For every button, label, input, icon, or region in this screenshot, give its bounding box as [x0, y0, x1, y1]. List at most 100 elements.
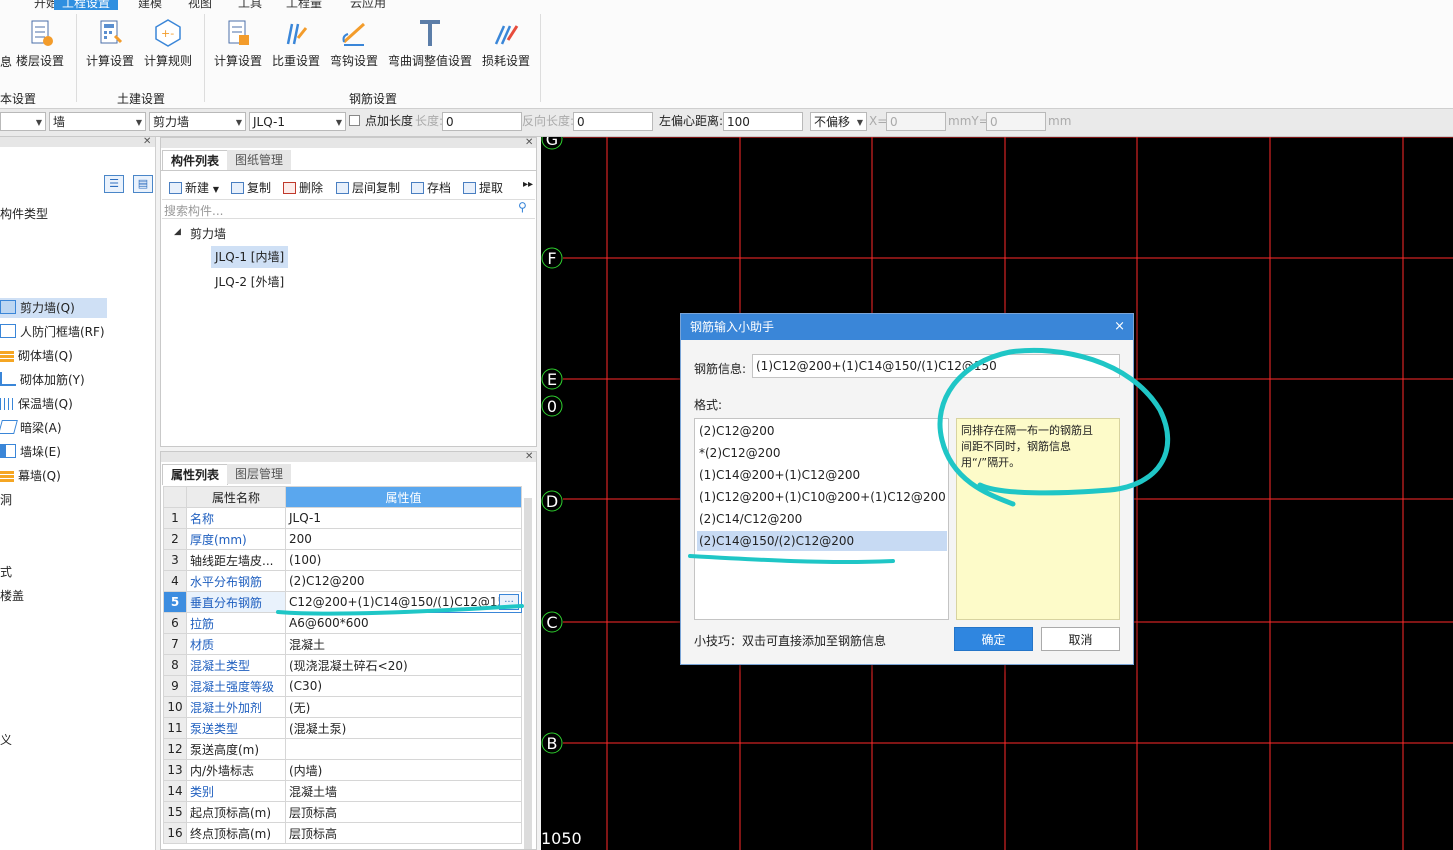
copy-button[interactable]: 复制: [231, 179, 271, 196]
cancel-button[interactable]: 取消: [1041, 627, 1120, 651]
floor-copy-button[interactable]: 层间复制: [336, 179, 400, 196]
vertical-rebar-input[interactable]: C12@200+(1)C14@150/(1)C12@150...: [285, 591, 522, 613]
table-row[interactable]: 2 厚度(mm) 200: [163, 528, 522, 550]
collapse-icon[interactable]: ◢: [174, 227, 181, 237]
nav-item-shear-wall[interactable]: 剪力墙(Q): [0, 298, 107, 318]
nav-item-custom[interactable]: 义: [0, 730, 12, 750]
component-select[interactable]: JLQ-1 ▼: [249, 112, 346, 131]
nav-item-floor-slab[interactable]: 楼盖: [0, 586, 24, 606]
tab-layer-management[interactable]: 图层管理: [227, 464, 292, 484]
nav-item-masonry-rebar[interactable]: 砌体加筋(Y): [0, 370, 85, 390]
rebar-info-label: 钢筋信息:: [694, 362, 747, 376]
tab-view[interactable]: 视图: [188, 0, 212, 10]
tab-modeling[interactable]: 建模: [138, 0, 162, 10]
length-input[interactable]: 0: [442, 112, 522, 131]
table-row-selected[interactable]: 5 垂直分布钢筋 C12@200+(1)C14@150/(1)C12@150...: [163, 591, 522, 613]
nav-item-style[interactable]: 式: [0, 562, 12, 582]
table-row[interactable]: 3 轴线距左墙皮... (100): [163, 549, 522, 571]
nav-item-hidden-beam[interactable]: 暗梁(A): [0, 418, 62, 438]
point-length-checkbox[interactable]: [349, 115, 360, 126]
nav-item-curtain-wall[interactable]: 幕墙(Q): [0, 466, 61, 486]
tab-quantities[interactable]: 工程量: [286, 0, 322, 10]
table-row[interactable]: 1 名称 JLQ-1: [163, 507, 522, 529]
tab-drawing-management[interactable]: 图纸管理: [227, 150, 292, 170]
table-row[interactable]: 14 类别 混凝土墙: [163, 780, 522, 802]
table-row[interactable]: 8 混凝土类型 (现浇混凝土碎石<20): [163, 654, 522, 676]
tab-component-list[interactable]: 构件列表: [162, 150, 229, 171]
nav-item-masonry-wall[interactable]: 砌体墙(Q): [0, 346, 73, 366]
tree-item-jlq2[interactable]: JLQ-2 [外墙]: [215, 273, 284, 290]
bend-adjust-button[interactable]: 弯曲调整值设置: [386, 18, 474, 69]
hook-settings-button[interactable]: 弯钩设置: [324, 18, 384, 69]
loss-settings-button[interactable]: 损耗设置: [476, 18, 536, 69]
type-select[interactable]: 墙 ▼: [49, 112, 146, 131]
table-row[interactable]: 12 泵送高度(m): [163, 738, 522, 760]
reverse-length-input[interactable]: 0: [573, 112, 653, 131]
rebar-info-input[interactable]: (1)C12@200+(1)C14@150/(1)C12@150: [752, 354, 1120, 378]
tab-project-settings[interactable]: 工程设置: [54, 0, 119, 10]
axis-label[interactable]: C: [541, 611, 563, 633]
table-row[interactable]: 9 混凝土强度等级 (C30): [163, 675, 522, 697]
new-button[interactable]: 新建 ▼: [169, 179, 219, 196]
table-row[interactable]: 11 泵送类型 (混凝土泵): [163, 717, 522, 739]
close-icon[interactable]: ✕: [525, 452, 533, 462]
list-item[interactable]: (1)C12@200+(1)C10@200+(1)C12@200: [697, 487, 947, 507]
search-icon[interactable]: ⚲: [518, 200, 527, 214]
scrollbar[interactable]: [524, 498, 532, 849]
extract-button[interactable]: 提取: [463, 179, 503, 196]
detail-view-icon[interactable]: ▤: [133, 175, 153, 193]
tree-item-jlq1[interactable]: JLQ-1 [内墙]: [211, 246, 289, 268]
offset-select[interactable]: 不偏移 ▼: [810, 112, 867, 131]
nav-item-civil-defense-wall[interactable]: 人防门框墙(RF): [0, 322, 105, 342]
tab-cloud[interactable]: 云应用: [350, 0, 386, 10]
list-item[interactable]: *(2)C12@200: [697, 443, 947, 463]
axis-label[interactable]: 0: [541, 395, 563, 417]
close-icon[interactable]: ×: [1114, 314, 1125, 340]
tab-tools[interactable]: 工具: [238, 0, 262, 10]
list-item[interactable]: (1)C14@200+(1)C12@200: [697, 465, 947, 485]
table-row[interactable]: 16 终点顶标高(m) 层顶标高: [163, 822, 522, 844]
subtype-select[interactable]: 剪力墙 ▼: [149, 112, 246, 131]
search-box[interactable]: 搜索构件... ⚲: [162, 199, 535, 219]
nav-item-insulation-wall[interactable]: 保温墙(Q): [0, 394, 73, 414]
list-item-selected[interactable]: (2)C14@150/(2)C12@200: [697, 531, 947, 551]
floor-settings-button[interactable]: 楼层设置: [10, 18, 70, 69]
close-icon[interactable]: ✕: [143, 136, 151, 147]
close-icon[interactable]: ✕: [525, 137, 533, 148]
list-item[interactable]: (2)C14/C12@200: [697, 509, 947, 529]
table-row[interactable]: 6 拉筋 A6@600*600: [163, 612, 522, 634]
axis-label[interactable]: E: [541, 368, 563, 390]
axis-label[interactable]: G: [541, 137, 563, 150]
axis-label[interactable]: D: [541, 490, 563, 512]
list-item[interactable]: (2)C12@200: [697, 421, 947, 441]
table-row[interactable]: 15 起点顶标高(m) 层顶标高: [163, 801, 522, 823]
ok-button[interactable]: 确定: [954, 627, 1033, 651]
x-input[interactable]: 0: [886, 112, 946, 131]
floor-select[interactable]: ▼: [0, 112, 46, 131]
table-row[interactable]: 4 水平分布钢筋 (2)C12@200: [163, 570, 522, 592]
table-row[interactable]: 10 混凝土外加剂 (无): [163, 696, 522, 718]
more-tools-icon[interactable]: ▸▸: [523, 179, 533, 190]
axis-label[interactable]: F: [541, 247, 563, 269]
table-row[interactable]: 13 内/外墙标志 (内墙): [163, 759, 522, 781]
hook-settings-icon: [342, 22, 366, 46]
calc-rules-button[interactable]: +- 计算规则: [138, 18, 198, 69]
calc-settings-button[interactable]: 计算设置: [80, 18, 140, 69]
archive-button[interactable]: 存档: [411, 179, 451, 196]
list-view-icon[interactable]: ☰: [104, 175, 124, 193]
search-input[interactable]: 搜索构件...: [164, 202, 223, 219]
ellipsis-button[interactable]: ...: [499, 594, 519, 610]
rebar-calc-settings-button[interactable]: 计算设置: [208, 18, 268, 69]
weight-settings-button[interactable]: 比重设置: [266, 18, 326, 69]
y-input[interactable]: 0: [986, 112, 1046, 131]
table-row[interactable]: 7 材质 混凝土: [163, 633, 522, 655]
left-offset-input[interactable]: 100: [723, 112, 803, 131]
nav-item-wall-pier[interactable]: 墙垛(E): [0, 442, 61, 462]
offset-select-value: 不偏移: [814, 115, 851, 129]
delete-button[interactable]: 删除: [283, 179, 323, 196]
nav-item-opening[interactable]: 洞: [0, 490, 12, 510]
tab-property-list[interactable]: 属性列表: [162, 464, 229, 485]
axis-label[interactable]: B: [541, 732, 563, 754]
delete-icon: [283, 182, 296, 194]
tree-root[interactable]: 剪力墙: [190, 225, 226, 242]
